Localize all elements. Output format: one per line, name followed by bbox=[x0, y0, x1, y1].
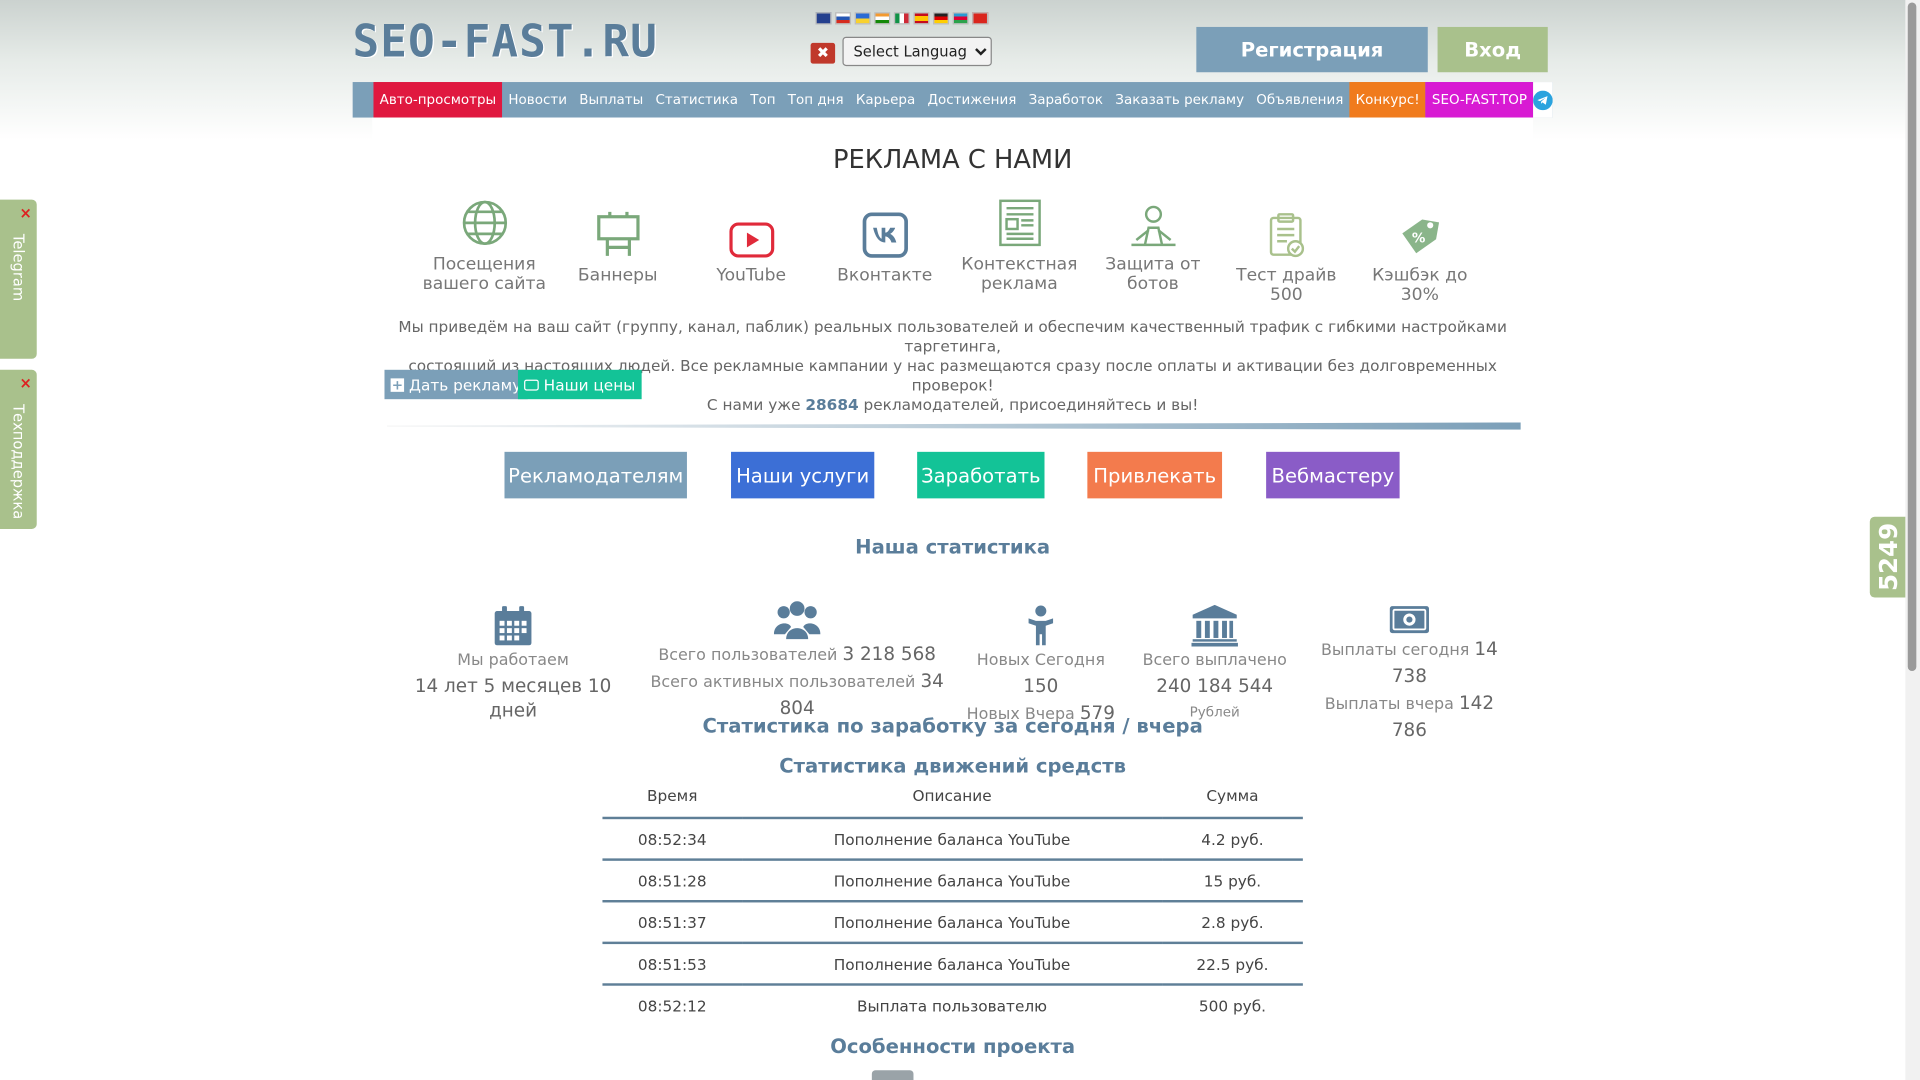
nav-announcements[interactable]: Объявления bbox=[1250, 82, 1349, 118]
flag-ua-icon[interactable] bbox=[854, 12, 871, 25]
table-row: 08:51:37 Пополнение баланса YouTube 2.8 ру… bbox=[602, 900, 1303, 943]
flag-in-icon[interactable] bbox=[874, 12, 891, 25]
nav-top[interactable]: Топ bbox=[744, 82, 782, 118]
site-logo[interactable]: SEO-FAST.RU bbox=[353, 17, 658, 67]
advertisers-button[interactable]: Рекламодателям bbox=[504, 451, 687, 499]
col-amount: Сумма bbox=[1206, 786, 1259, 805]
nav-earnings[interactable]: Заработок bbox=[1022, 82, 1109, 118]
nav-achievements[interactable]: Достижения bbox=[921, 82, 1022, 118]
nav-contest[interactable]: Конкурс! bbox=[1349, 82, 1426, 118]
newspaper-icon bbox=[998, 199, 1041, 247]
flag-az-icon[interactable] bbox=[952, 12, 969, 25]
stat-users: Всего пользователей 3 218 568 Всего акти… bbox=[643, 590, 952, 722]
col-description: Описание bbox=[912, 786, 992, 805]
close-icon[interactable]: × bbox=[20, 204, 32, 221]
cash-icon bbox=[1389, 606, 1429, 634]
bank-icon bbox=[1191, 604, 1238, 647]
support-side-tab[interactable]: × Техподдержка bbox=[0, 369, 37, 529]
stat-new-users: Новых Сегодня 150 Новых Вчера 579 bbox=[961, 590, 1120, 727]
webmaster-button[interactable]: Вебмастеру bbox=[1266, 451, 1400, 499]
flag-it-icon[interactable] bbox=[893, 12, 910, 25]
stats-title: Наша статистика bbox=[855, 535, 1051, 559]
stat-total-paid: Всего выплачено 240 184 544 Рублей bbox=[1129, 590, 1300, 725]
table-row: 08:52:12 Выплата пользователю 500 руб. bbox=[602, 983, 1303, 1027]
service-youtube[interactable]: YouTube bbox=[684, 191, 817, 285]
service-bot-protection[interactable]: Защита от ботов bbox=[1086, 191, 1219, 294]
service-cashback[interactable]: % Кэшбэк до 30% bbox=[1353, 191, 1486, 305]
vk-icon bbox=[862, 212, 908, 258]
ads-title: РЕКЛАМА С НАМИ bbox=[832, 144, 1073, 174]
globe-icon bbox=[462, 200, 507, 246]
money-moves-table: Время Описание Сумма 08:52:34 Пополнение … bbox=[602, 776, 1303, 1027]
table-row: 08:51:28 Пополнение баланса YouTube 15 руб… bbox=[602, 858, 1303, 902]
online-counter[interactable]: 5249 bbox=[1869, 516, 1907, 598]
flag-es-icon[interactable] bbox=[913, 12, 930, 25]
main-nav: Авто-просмотры Новости Выплаты Статистик… bbox=[352, 82, 1553, 118]
features-title: Особенности проекта bbox=[830, 1034, 1076, 1058]
calendar-icon bbox=[494, 606, 532, 646]
nav-payouts[interactable]: Выплаты bbox=[573, 82, 649, 118]
service-site-visits[interactable]: Посещения вашего сайта bbox=[418, 191, 551, 294]
users-group-icon bbox=[773, 601, 821, 640]
flag-vn-icon[interactable] bbox=[972, 12, 989, 25]
flag-ru-icon[interactable] bbox=[835, 12, 852, 25]
login-button[interactable]: Вход bbox=[1437, 26, 1548, 73]
stat-working-time: Мы работаем 14 лет 5 месяцев 10 дней bbox=[391, 590, 636, 722]
close-icon[interactable]: × bbox=[20, 375, 32, 392]
svg-text:%: % bbox=[1411, 231, 1425, 246]
telegram-icon[interactable] bbox=[1533, 82, 1553, 118]
table-row: 08:52:34 Пополнение баланса YouTube 4.2 ру… bbox=[602, 816, 1303, 860]
plus-square-icon: + bbox=[390, 376, 405, 393]
clipboard-icon bbox=[1269, 213, 1304, 258]
nav-career[interactable]: Карьера bbox=[850, 82, 922, 118]
ticket-icon bbox=[524, 378, 539, 391]
youtube-icon bbox=[728, 222, 774, 258]
nav-statistics[interactable]: Статистика bbox=[649, 82, 744, 118]
flag-uk-icon[interactable] bbox=[815, 12, 832, 25]
earn-button[interactable]: Заработать bbox=[917, 451, 1045, 499]
service-banners[interactable]: Баннеры bbox=[551, 191, 684, 285]
robot-icon bbox=[1130, 205, 1175, 247]
earn-stats-title[interactable]: Статистика по заработку за сегодня / вче… bbox=[0, 714, 1905, 737]
nav-top-day[interactable]: Топ дня bbox=[782, 82, 850, 118]
attract-button[interactable]: Привлекать bbox=[1087, 451, 1223, 499]
person-icon bbox=[1028, 605, 1054, 646]
discount-tag-icon: % bbox=[1401, 219, 1439, 254]
nav-news[interactable]: Новости bbox=[502, 82, 573, 118]
our-prices-button[interactable]: Наши цены bbox=[517, 369, 642, 400]
service-contextual-ads[interactable]: Контекстная реклама bbox=[953, 191, 1086, 294]
advertisers-count: 28684 bbox=[805, 395, 859, 414]
ads-description: Мы приведём на ваш сайт (группу, канал, … bbox=[398, 317, 1507, 414]
table-row: 08:51:53 Пополнение баланса YouTube 22.5 р… bbox=[602, 941, 1303, 985]
col-time: Время bbox=[647, 786, 698, 805]
features-icon bbox=[871, 1070, 914, 1080]
flag-de-icon[interactable] bbox=[933, 12, 949, 25]
service-vkontakte[interactable]: Вконтакте bbox=[818, 191, 951, 285]
close-translate-icon[interactable]: ✖ bbox=[810, 42, 836, 64]
page-scrollbar[interactable] bbox=[1905, 0, 1920, 1080]
telegram-side-tab[interactable]: × Telegram bbox=[0, 199, 37, 359]
scrollbar-thumb[interactable] bbox=[1907, 2, 1917, 672]
register-button[interactable]: Регистрация bbox=[1196, 26, 1428, 73]
give-ad-button[interactable]: + Дать рекламу bbox=[384, 369, 528, 400]
service-test-drive[interactable]: Тест драйв 500 bbox=[1220, 191, 1353, 305]
billboard-icon bbox=[596, 211, 639, 256]
nav-order-ads[interactable]: Заказать рекламу bbox=[1109, 82, 1250, 118]
moves-title: Статистика движений средств bbox=[779, 754, 1127, 778]
language-select[interactable]: Select Language bbox=[842, 36, 992, 67]
our-services-button[interactable]: Наши услуги bbox=[731, 451, 875, 499]
language-flags bbox=[815, 12, 989, 25]
nav-auto-views[interactable]: Авто-просмотры bbox=[373, 82, 503, 118]
nav-seo-fast-top[interactable]: SEO-FAST.TOP bbox=[1425, 82, 1534, 118]
